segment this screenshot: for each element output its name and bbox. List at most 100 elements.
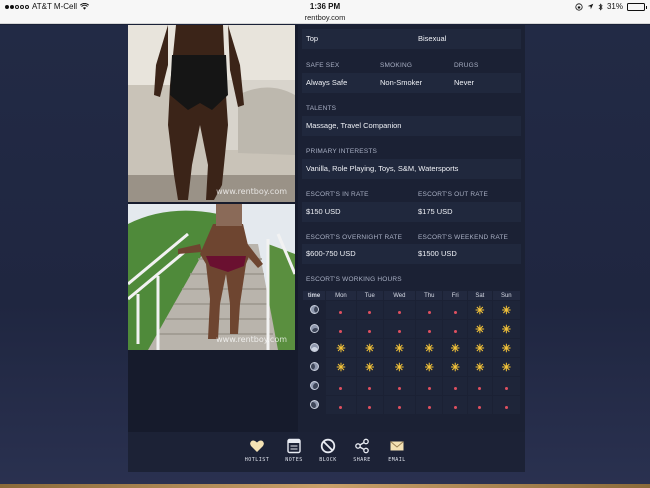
schedule-cell — [492, 377, 520, 395]
notes-button[interactable]: NOTES — [279, 438, 309, 468]
schedule-cell — [326, 320, 356, 338]
talents-label: TALENTS — [306, 105, 337, 112]
available-star-icon: ✳ — [501, 362, 511, 374]
position-value: Top — [306, 34, 319, 43]
time-slot-cell — [303, 320, 325, 338]
bottom-accent-strip — [0, 484, 650, 488]
moon-phase-5-icon — [309, 381, 319, 390]
available-star-icon: ✳ — [475, 343, 485, 355]
share-icon — [355, 438, 369, 454]
working-hours-label: ESCORT'S WORKING HOURS — [306, 276, 402, 283]
time-header: time — [303, 291, 325, 300]
orientation-value: Bisexual — [418, 34, 447, 43]
schedule-cell — [383, 377, 416, 395]
position-orientation-row: Top Bisexual — [302, 29, 521, 49]
profile-photo-2[interactable]: www.rentboy.com — [128, 204, 295, 350]
schedule-cell: ✳ — [356, 339, 383, 357]
unavailable-dot-icon — [427, 406, 431, 409]
time-slot-cell — [303, 339, 325, 357]
schedule-cell — [443, 396, 468, 414]
schedule-cell — [416, 320, 443, 338]
unavailable-dot-icon — [339, 330, 343, 333]
available-star-icon: ✳ — [501, 305, 511, 317]
schedule-cell — [492, 396, 520, 414]
day-header: Sat — [468, 291, 492, 300]
envelope-icon — [390, 441, 404, 451]
location-arrow-icon — [587, 3, 594, 10]
available-star-icon: ✳ — [394, 362, 404, 374]
moon-phase-3-icon — [309, 343, 319, 352]
block-label: BLOCK — [319, 457, 337, 463]
day-header: Sun — [492, 291, 520, 300]
interests-value: Vanilla, Role Playing, Toys, S&M, Waters… — [302, 159, 521, 179]
address-url[interactable]: rentboy.com — [0, 13, 650, 22]
schedule-cell — [416, 396, 443, 414]
available-star-icon: ✳ — [475, 362, 485, 374]
battery-percent: 31% — [606, 2, 623, 11]
rates-row: $150 USD $175 USD — [302, 202, 521, 222]
moon-phase-4-icon — [309, 362, 319, 371]
schedule-cell — [443, 320, 468, 338]
day-header: Wed — [383, 291, 416, 300]
unavailable-dot-icon — [339, 311, 343, 314]
drugs-label: DRUGS — [454, 62, 479, 69]
available-star-icon: ✳ — [450, 362, 460, 374]
available-star-icon: ✳ — [365, 362, 375, 374]
schedule-cell: ✳ — [492, 358, 520, 376]
safe-sex-label: SAFE SEX — [306, 62, 340, 69]
page-background: www.rentboy.com www.rentboy.com Top Bise… — [0, 25, 650, 488]
unavailable-dot-icon — [453, 406, 457, 409]
status-right-group: 31% — [575, 2, 647, 11]
time-slot-cell — [303, 396, 325, 414]
schedule-row: ✳ ✳ — [303, 301, 520, 319]
unavailable-dot-icon — [368, 330, 372, 333]
schedule-cell — [326, 377, 356, 395]
available-star-icon: ✳ — [394, 343, 404, 355]
out-rate-label: ESCORT'S OUT RATE — [418, 191, 489, 198]
interests-label: PRIMARY INTERESTS — [306, 148, 378, 155]
unavailable-dot-icon — [453, 387, 457, 390]
unavailable-dot-icon — [478, 387, 482, 390]
day-header: Thu — [416, 291, 443, 300]
profile-details-panel: Top Bisexual SAFE SEX SMOKING DRUGS Alwa… — [298, 25, 525, 432]
block-button[interactable]: BLOCK — [313, 438, 343, 468]
available-star-icon: ✳ — [336, 362, 346, 374]
schedule-cell — [356, 320, 383, 338]
unavailable-dot-icon — [397, 330, 401, 333]
unavailable-dot-icon — [368, 387, 372, 390]
orientation-lock-icon — [575, 2, 583, 11]
profile-photo-1[interactable]: www.rentboy.com — [128, 25, 295, 202]
day-header: Tue — [356, 291, 383, 300]
bluetooth-icon — [598, 2, 603, 11]
weekend-rate-label: ESCORT'S WEEKEND RATE — [418, 234, 509, 241]
time-slot-cell — [303, 358, 325, 376]
schedule-cell: ✳ — [468, 301, 492, 319]
share-button[interactable]: SHARE — [347, 438, 377, 468]
unavailable-dot-icon — [453, 330, 457, 333]
schedule-cell — [468, 377, 492, 395]
schedule-cell — [356, 396, 383, 414]
unavailable-dot-icon — [427, 311, 431, 314]
available-star-icon: ✳ — [475, 305, 485, 317]
notes-icon — [287, 438, 301, 454]
day-header: Fri — [443, 291, 468, 300]
schedule-cell: ✳ — [416, 358, 443, 376]
email-label: EMAIL — [388, 457, 406, 463]
hotlist-button[interactable]: HOTLIST — [242, 438, 272, 468]
moon-phase-1-icon — [309, 305, 319, 314]
working-hours-table: time Mon Tue Wed Thu Fri Sat Sun ✳ ✳ ✳ ✳ ✳ ✳ ✳… — [302, 290, 521, 415]
schedule-row: ✳ ✳ — [303, 320, 520, 338]
schedule-cell — [356, 377, 383, 395]
schedule-cell: ✳ — [326, 358, 356, 376]
schedule-cell — [416, 301, 443, 319]
email-button[interactable]: EMAIL — [382, 438, 412, 468]
schedule-row — [303, 396, 520, 414]
overnight-rate-value: $600-750 USD — [306, 249, 356, 258]
long-rates-row: $600-750 USD $1500 USD — [302, 244, 521, 264]
available-star-icon: ✳ — [475, 324, 485, 336]
schedule-cell — [383, 396, 416, 414]
weekend-rate-value: $1500 USD — [418, 249, 457, 258]
available-star-icon: ✳ — [336, 343, 346, 355]
photo-watermark: www.rentboy.com — [216, 187, 287, 196]
moon-phase-2-icon — [309, 324, 319, 333]
